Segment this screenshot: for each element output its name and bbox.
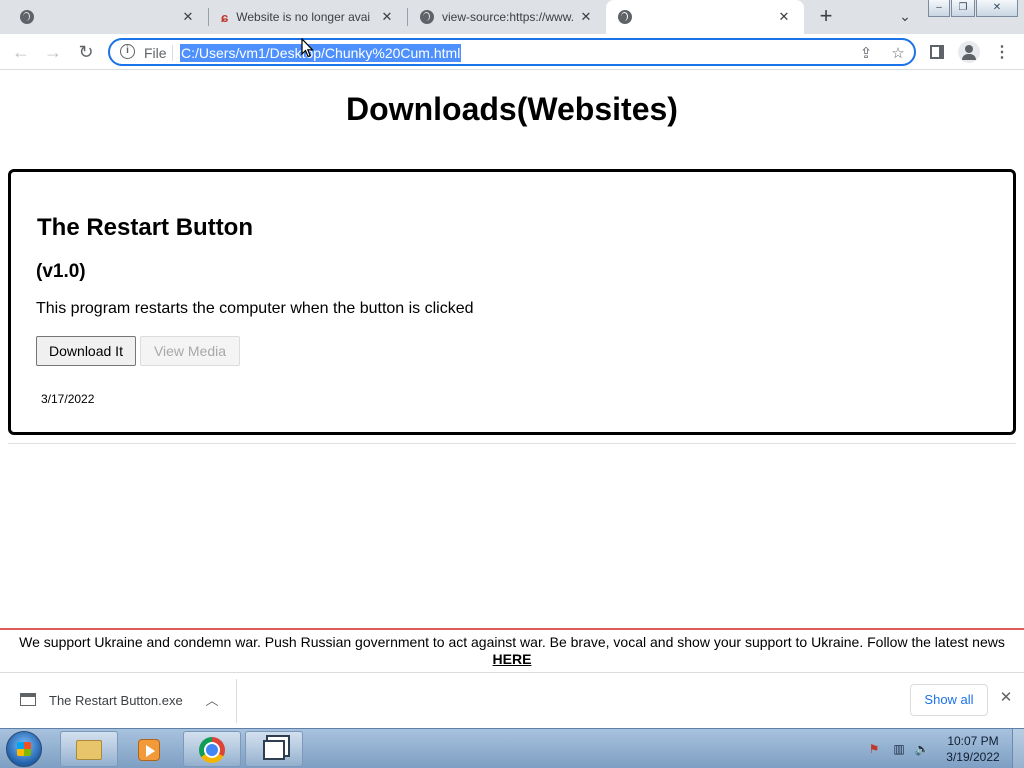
globe-icon: [20, 10, 34, 24]
show-all-button[interactable]: Show all: [910, 684, 988, 716]
tab-4-active[interactable]: ✕: [606, 0, 804, 34]
screen: ✕ ɕ Website is no longer avai ✕ view-sou…: [0, 0, 1024, 768]
taskbar-chrome[interactable]: [183, 731, 241, 767]
tab-title: Website is no longer avai: [236, 10, 371, 24]
network-icon[interactable]: ▥: [891, 742, 907, 756]
taskbar-explorer[interactable]: [60, 731, 118, 767]
flag-icon[interactable]: ⚑: [866, 742, 882, 756]
browser-toolbar: ← → ↻ i File C:/Users/vm1/Desktop/Chunky…: [0, 34, 1024, 70]
address-url[interactable]: C:/Users/vm1/Desktop/Chunky%20Cum.html: [180, 44, 462, 62]
banner-link[interactable]: HERE: [493, 651, 532, 667]
ukraine-banner: We support Ukraine and condemn war. Push…: [0, 628, 1024, 672]
media-player-icon: [138, 739, 160, 761]
banner-text: We support Ukraine and condemn war. Push…: [19, 634, 1005, 650]
close-icon[interactable]: ✕: [776, 9, 792, 25]
taskbar-windows[interactable]: [245, 731, 303, 767]
close-icon[interactable]: ✕: [379, 9, 395, 25]
address-scheme: File: [144, 45, 167, 61]
back-button[interactable]: ←: [9, 40, 33, 64]
minimize-button[interactable]: ‒: [928, 0, 950, 17]
show-desktop-button[interactable]: [1012, 729, 1024, 768]
download-button[interactable]: Download It: [36, 336, 136, 366]
profile-avatar-icon[interactable]: [958, 41, 980, 63]
page-content: Downloads(Websites) The Restart Button (…: [0, 71, 1024, 628]
close-icon[interactable]: ✕: [998, 690, 1014, 706]
taskbar-media-player[interactable]: [120, 731, 178, 767]
address-divider: [172, 45, 173, 61]
globe-icon: [618, 10, 632, 24]
card-description: This program restarts the computer when …: [36, 300, 474, 317]
folder-icon: [76, 740, 102, 760]
kebab-menu-icon[interactable]: ⋮: [992, 42, 1012, 62]
volume-icon[interactable]: 🔈: [914, 742, 930, 756]
restore-button[interactable]: ❐: [951, 0, 975, 17]
view-media-button[interactable]: View Media: [140, 336, 240, 366]
tab-strip: ✕ ɕ Website is no longer avai ✕ view-sou…: [0, 0, 1024, 34]
card-title: The Restart Button: [37, 214, 253, 241]
bookmark-star-icon[interactable]: ☆: [888, 44, 908, 64]
address-bar[interactable]: i File C:/Users/vm1/Desktop/Chunky%20Cum…: [108, 38, 916, 66]
taskbar: ⚑ ▥ 🔈 10:07 PM 3/19/2022: [0, 728, 1024, 768]
warning-favicon-icon: ɕ: [221, 9, 229, 25]
clock-time: 10:07 PM: [947, 734, 999, 748]
reload-button[interactable]: ↻: [74, 40, 98, 64]
horizontal-rule: [8, 443, 1016, 444]
new-tab-button[interactable]: +: [814, 5, 838, 29]
globe-icon: [420, 10, 434, 24]
side-panel-icon[interactable]: [930, 45, 944, 59]
info-icon[interactable]: i: [120, 44, 135, 59]
exe-file-icon: [20, 693, 36, 706]
window-close-button[interactable]: ✕: [976, 0, 1018, 17]
start-button[interactable]: [6, 731, 42, 767]
clock[interactable]: 10:07 PM 3/19/2022: [940, 733, 1006, 765]
close-icon[interactable]: ✕: [180, 9, 196, 25]
close-icon[interactable]: ✕: [578, 9, 594, 25]
tab-title: view-source:https://www.: [442, 10, 575, 24]
card-date: 3/17/2022: [41, 392, 95, 406]
forward-button[interactable]: →: [41, 40, 65, 64]
download-card: The Restart Button (v1.0) This program r…: [8, 169, 1016, 435]
tab-2[interactable]: ɕ Website is no longer avai ✕: [209, 0, 407, 34]
page-title: Downloads(Websites): [346, 91, 678, 127]
shelf-separator: [236, 679, 237, 723]
tab-1[interactable]: ✕: [0, 0, 208, 34]
tab-search-chevron-icon[interactable]: ⌄: [896, 8, 914, 26]
chevron-up-icon[interactable]: ︿: [204, 690, 220, 708]
download-file-name[interactable]: The Restart Button.exe: [49, 693, 183, 708]
windows-stack-icon: [263, 740, 285, 760]
tab-3[interactable]: view-source:https://www. ✕: [408, 0, 606, 34]
chrome-icon: [199, 737, 225, 763]
clock-date: 3/19/2022: [946, 750, 1000, 764]
card-version: (v1.0): [36, 261, 86, 282]
share-icon[interactable]: ⇪: [856, 44, 876, 64]
download-shelf: The Restart Button.exe ︿ Show all ✕: [0, 672, 1024, 728]
